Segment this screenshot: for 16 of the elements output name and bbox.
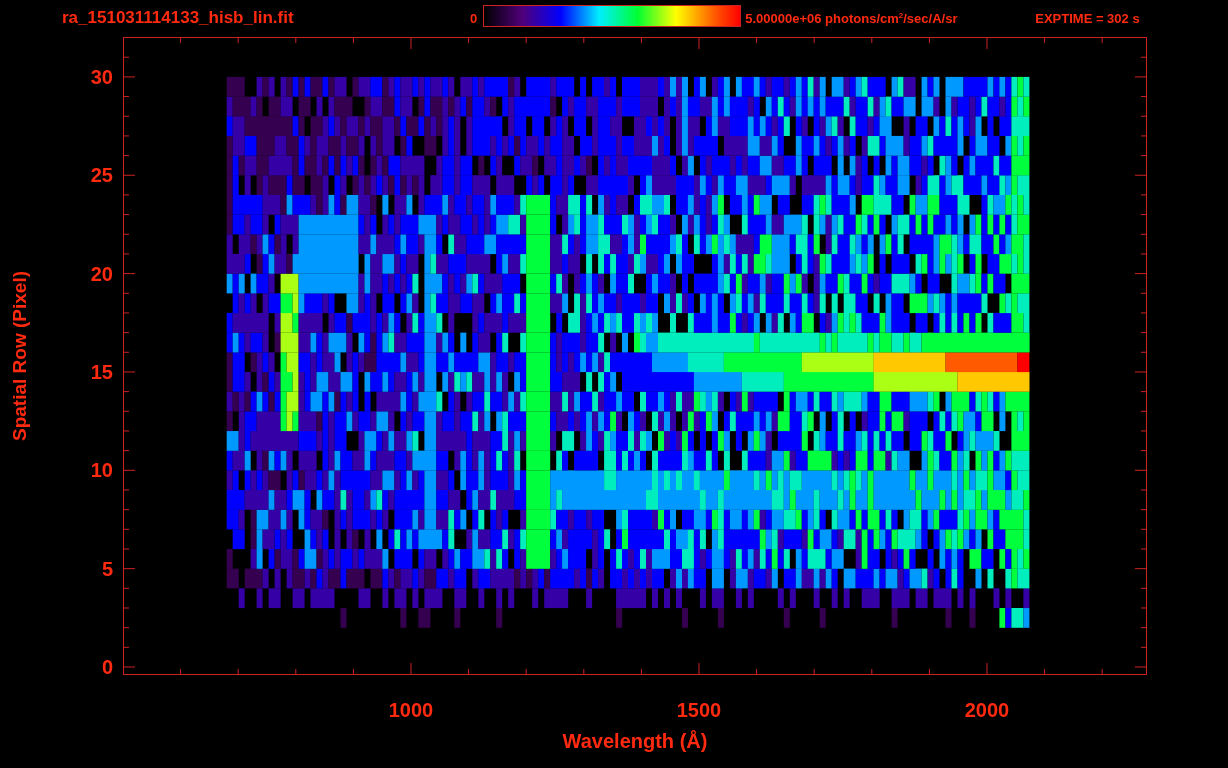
- plot-title: ra_151031114133_hisb_lin.fit: [62, 8, 295, 28]
- y-tick-label: 5: [101, 556, 113, 581]
- x-tick-label: 1500: [675, 699, 723, 722]
- x-tick-label: 1000: [387, 699, 435, 722]
- colorbar-min-label: 0: [470, 11, 478, 26]
- y-axis-title: Spatial Row (Pixel): [9, 271, 31, 441]
- y-tick-label: 25: [90, 163, 113, 188]
- y-tick-label: 15: [90, 359, 113, 384]
- exposure-time-label: EXPTIME = 302 s: [1035, 11, 1140, 26]
- y-tick-label: 20: [90, 261, 113, 286]
- x-tick-label: 2000: [963, 699, 1011, 722]
- y-tick-label: 30: [90, 64, 113, 89]
- x-axis-title: Wavelength (Å): [562, 730, 708, 752]
- y-tick-label: 10: [90, 458, 113, 483]
- y-tick-label: 0: [101, 655, 113, 679]
- colorbar-max-label: 5.00000e+06 photons/cm$^{2}$/sec/A/sr: [745, 11, 959, 27]
